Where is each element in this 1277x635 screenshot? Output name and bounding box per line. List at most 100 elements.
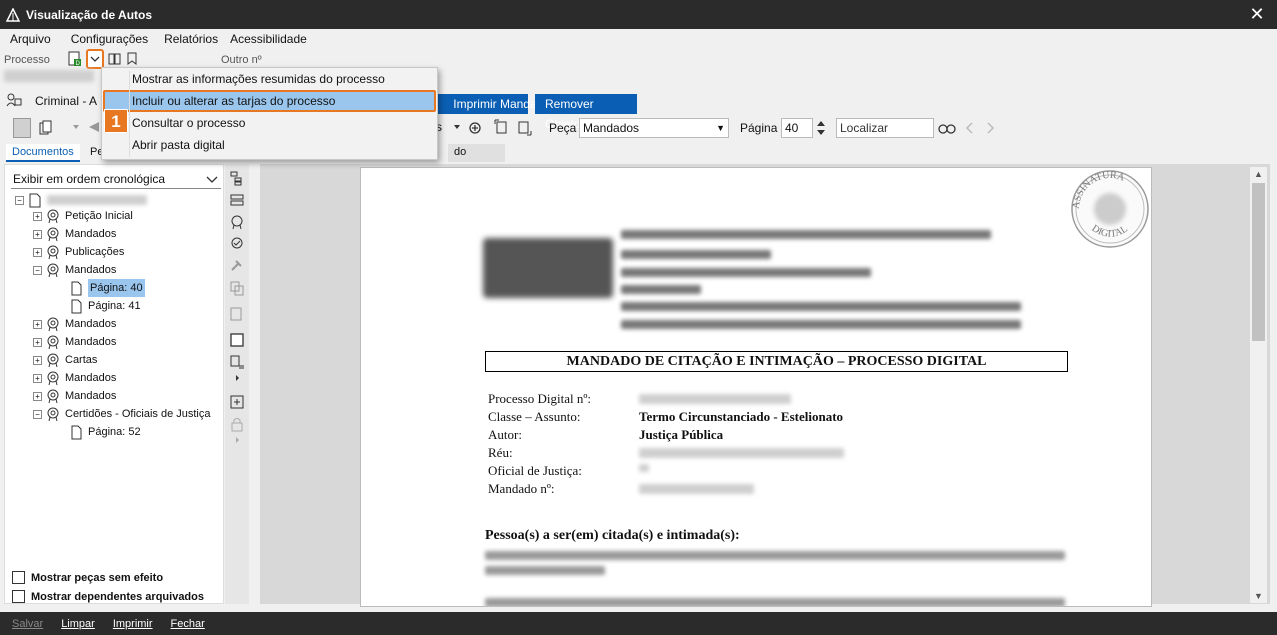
copy-doc-icon[interactable] bbox=[38, 120, 52, 136]
dropdown-arrow-icon[interactable] bbox=[72, 124, 80, 130]
expand-icon[interactable]: + bbox=[33, 337, 42, 347]
page-icon bbox=[71, 425, 82, 439]
small-arrow-icon[interactable] bbox=[229, 436, 245, 444]
localizar-input[interactable]: Localizar bbox=[836, 118, 934, 138]
find-prev-icon[interactable] bbox=[964, 122, 974, 134]
remover-objeto-button[interactable]: Remover Objeto bbox=[535, 94, 637, 131]
zoom-dropdown-icon[interactable] bbox=[453, 124, 461, 130]
collapse-icon[interactable]: − bbox=[33, 409, 42, 419]
seal-icon[interactable] bbox=[229, 214, 245, 230]
expand-icon[interactable]: + bbox=[33, 373, 42, 383]
collapse-icon[interactable]: − bbox=[15, 195, 24, 205]
tree-folder-item[interactable]: + Mandados bbox=[33, 315, 116, 333]
note-list-icon[interactable] bbox=[229, 354, 245, 370]
tree-folder-item[interactable]: + Mandados bbox=[33, 225, 116, 243]
menu-configuracoes[interactable]: Configurações bbox=[71, 30, 148, 48]
lock-icon[interactable] bbox=[229, 416, 245, 432]
seal-document-icon bbox=[47, 209, 59, 223]
salvar-button[interactable]: Salvar bbox=[12, 618, 43, 630]
menu-bar: Arquivo Configurações Relatórios Acessib… bbox=[0, 30, 1277, 48]
menu-item-consultar[interactable]: Consultar o processo bbox=[132, 113, 245, 133]
fechar-button[interactable]: Fechar bbox=[171, 618, 205, 630]
gavel-icon[interactable] bbox=[229, 258, 245, 274]
mostrar-dependentes-checkbox[interactable]: Mostrar dependentes arquivados bbox=[12, 587, 204, 606]
tree-folder-item[interactable]: + Mandados bbox=[33, 369, 116, 387]
imprimir-button[interactable]: Imprimir bbox=[113, 618, 153, 630]
expand-icon[interactable]: + bbox=[33, 355, 42, 365]
document-view-icon[interactable] bbox=[13, 118, 31, 138]
expand-icon[interactable]: + bbox=[33, 391, 42, 401]
pagina-spinner-icon[interactable] bbox=[816, 119, 826, 137]
svg-text:D: D bbox=[76, 61, 81, 67]
sort-select[interactable]: Exibir em ordem cronológica bbox=[11, 169, 221, 189]
collapse-icon[interactable]: − bbox=[33, 265, 42, 275]
vertical-scrollbar[interactable]: ▲ ▼ bbox=[1250, 167, 1267, 603]
binoculars-icon[interactable] bbox=[938, 121, 956, 135]
menu-acessibilidade[interactable]: Acessibilidade bbox=[230, 30, 307, 48]
fit-width-icon[interactable] bbox=[516, 119, 532, 136]
chevron-down-icon: ▼ bbox=[716, 123, 725, 133]
copy-icon[interactable] bbox=[229, 280, 245, 296]
tab-documentos[interactable]: Documentos bbox=[6, 144, 80, 162]
zoom-in-icon[interactable] bbox=[468, 121, 482, 135]
classe-processo: Criminal - A bbox=[35, 94, 98, 108]
document-status-icon[interactable]: D bbox=[68, 51, 82, 67]
find-next-icon[interactable] bbox=[986, 122, 996, 134]
tree-page-item[interactable]: Página: 40 bbox=[69, 279, 145, 297]
limpar-button[interactable]: Limpar bbox=[61, 618, 95, 630]
tree-item-label: Página: 40 bbox=[88, 279, 145, 297]
document-title: MANDADO DE CITAÇÃO E INTIMAÇÃO – PROCESS… bbox=[485, 351, 1068, 372]
header-line bbox=[621, 285, 701, 294]
tree-folder-item[interactable]: + Mandados bbox=[33, 387, 116, 405]
tree-folder-item[interactable]: − Certidões - Oficiais de Justiça bbox=[33, 405, 211, 423]
menu-relatorios[interactable]: Relatórios bbox=[164, 30, 218, 48]
document-icon bbox=[29, 193, 41, 207]
pagina-input[interactable]: 40 bbox=[781, 118, 813, 138]
tab-dados-processo[interactable]: do processo bbox=[448, 144, 505, 174]
field-value-reu bbox=[639, 448, 844, 458]
bookmark-icon[interactable] bbox=[126, 52, 138, 66]
list-icon[interactable] bbox=[229, 192, 245, 208]
peca-select[interactable]: Mandados ▼ bbox=[579, 118, 729, 138]
scrollbar-thumb[interactable] bbox=[1252, 183, 1265, 341]
document-viewer: ASSINATURA DIGITAL MANDADO DE CITAÇÃO E … bbox=[260, 164, 1270, 607]
tree-page-item[interactable]: Página: 52 bbox=[69, 423, 141, 441]
tree-item-label: Página: 41 bbox=[88, 300, 141, 312]
book-icon[interactable] bbox=[108, 52, 122, 66]
tree-folder-item[interactable]: + Petição Inicial bbox=[33, 207, 133, 225]
tree-folder-item[interactable]: + Publicações bbox=[33, 243, 124, 261]
close-icon[interactable]: ✕ bbox=[1247, 4, 1267, 24]
menu-arquivo[interactable]: Arquivo bbox=[10, 30, 51, 48]
tree-folder-item[interactable]: + Cartas bbox=[33, 351, 97, 369]
scroll-up-icon[interactable]: ▲ bbox=[1254, 169, 1263, 179]
dropdown-button[interactable] bbox=[86, 49, 104, 69]
expand-icon[interactable]: + bbox=[33, 229, 42, 239]
tree-expand-icon[interactable] bbox=[229, 170, 245, 186]
expand-icon[interactable]: + bbox=[33, 319, 42, 329]
tree-item-label: Publicações bbox=[65, 246, 125, 258]
small-arrow-icon[interactable] bbox=[229, 374, 245, 382]
tree-page-item[interactable]: Página: 41 bbox=[69, 297, 141, 315]
prev-arrow-icon[interactable] bbox=[88, 121, 100, 133]
tree-item-label: Página: 52 bbox=[88, 426, 141, 438]
tree-item-label: Mandados bbox=[65, 336, 117, 348]
seal-check-icon[interactable] bbox=[229, 236, 245, 252]
expand-icon[interactable]: + bbox=[33, 211, 42, 221]
add-note-icon[interactable] bbox=[229, 394, 245, 410]
menu-gutter bbox=[129, 71, 130, 157]
note-icon[interactable] bbox=[229, 332, 245, 348]
imprimir-mandado-button[interactable]: Imprimir Mandado bbox=[430, 94, 550, 114]
mostrar-sem-efeito-checkbox[interactable]: Mostrar peças sem efeito bbox=[12, 568, 204, 587]
expand-icon[interactable]: + bbox=[33, 247, 42, 257]
fit-page-icon[interactable] bbox=[494, 119, 510, 136]
scroll-down-icon[interactable]: ▼ bbox=[1254, 591, 1263, 601]
text-format-icon[interactable] bbox=[229, 306, 245, 322]
menu-item-abrir-pasta[interactable]: Abrir pasta digital bbox=[132, 135, 225, 155]
menu-item-tarjas[interactable]: Incluir ou alterar as tarjas do processo bbox=[132, 91, 335, 111]
processo-icons: D bbox=[68, 49, 138, 69]
menu-item-informacoes-resumidas[interactable]: Mostrar as informações resumidas do proc… bbox=[132, 69, 385, 89]
processo-label: Processo bbox=[4, 54, 50, 66]
tree-folder-item[interactable]: + Mandados bbox=[33, 333, 116, 351]
document-field-labels: Processo Digital nº: Classe – Assunto: A… bbox=[488, 390, 591, 498]
tree-folder-item[interactable]: − Mandados bbox=[33, 261, 116, 279]
